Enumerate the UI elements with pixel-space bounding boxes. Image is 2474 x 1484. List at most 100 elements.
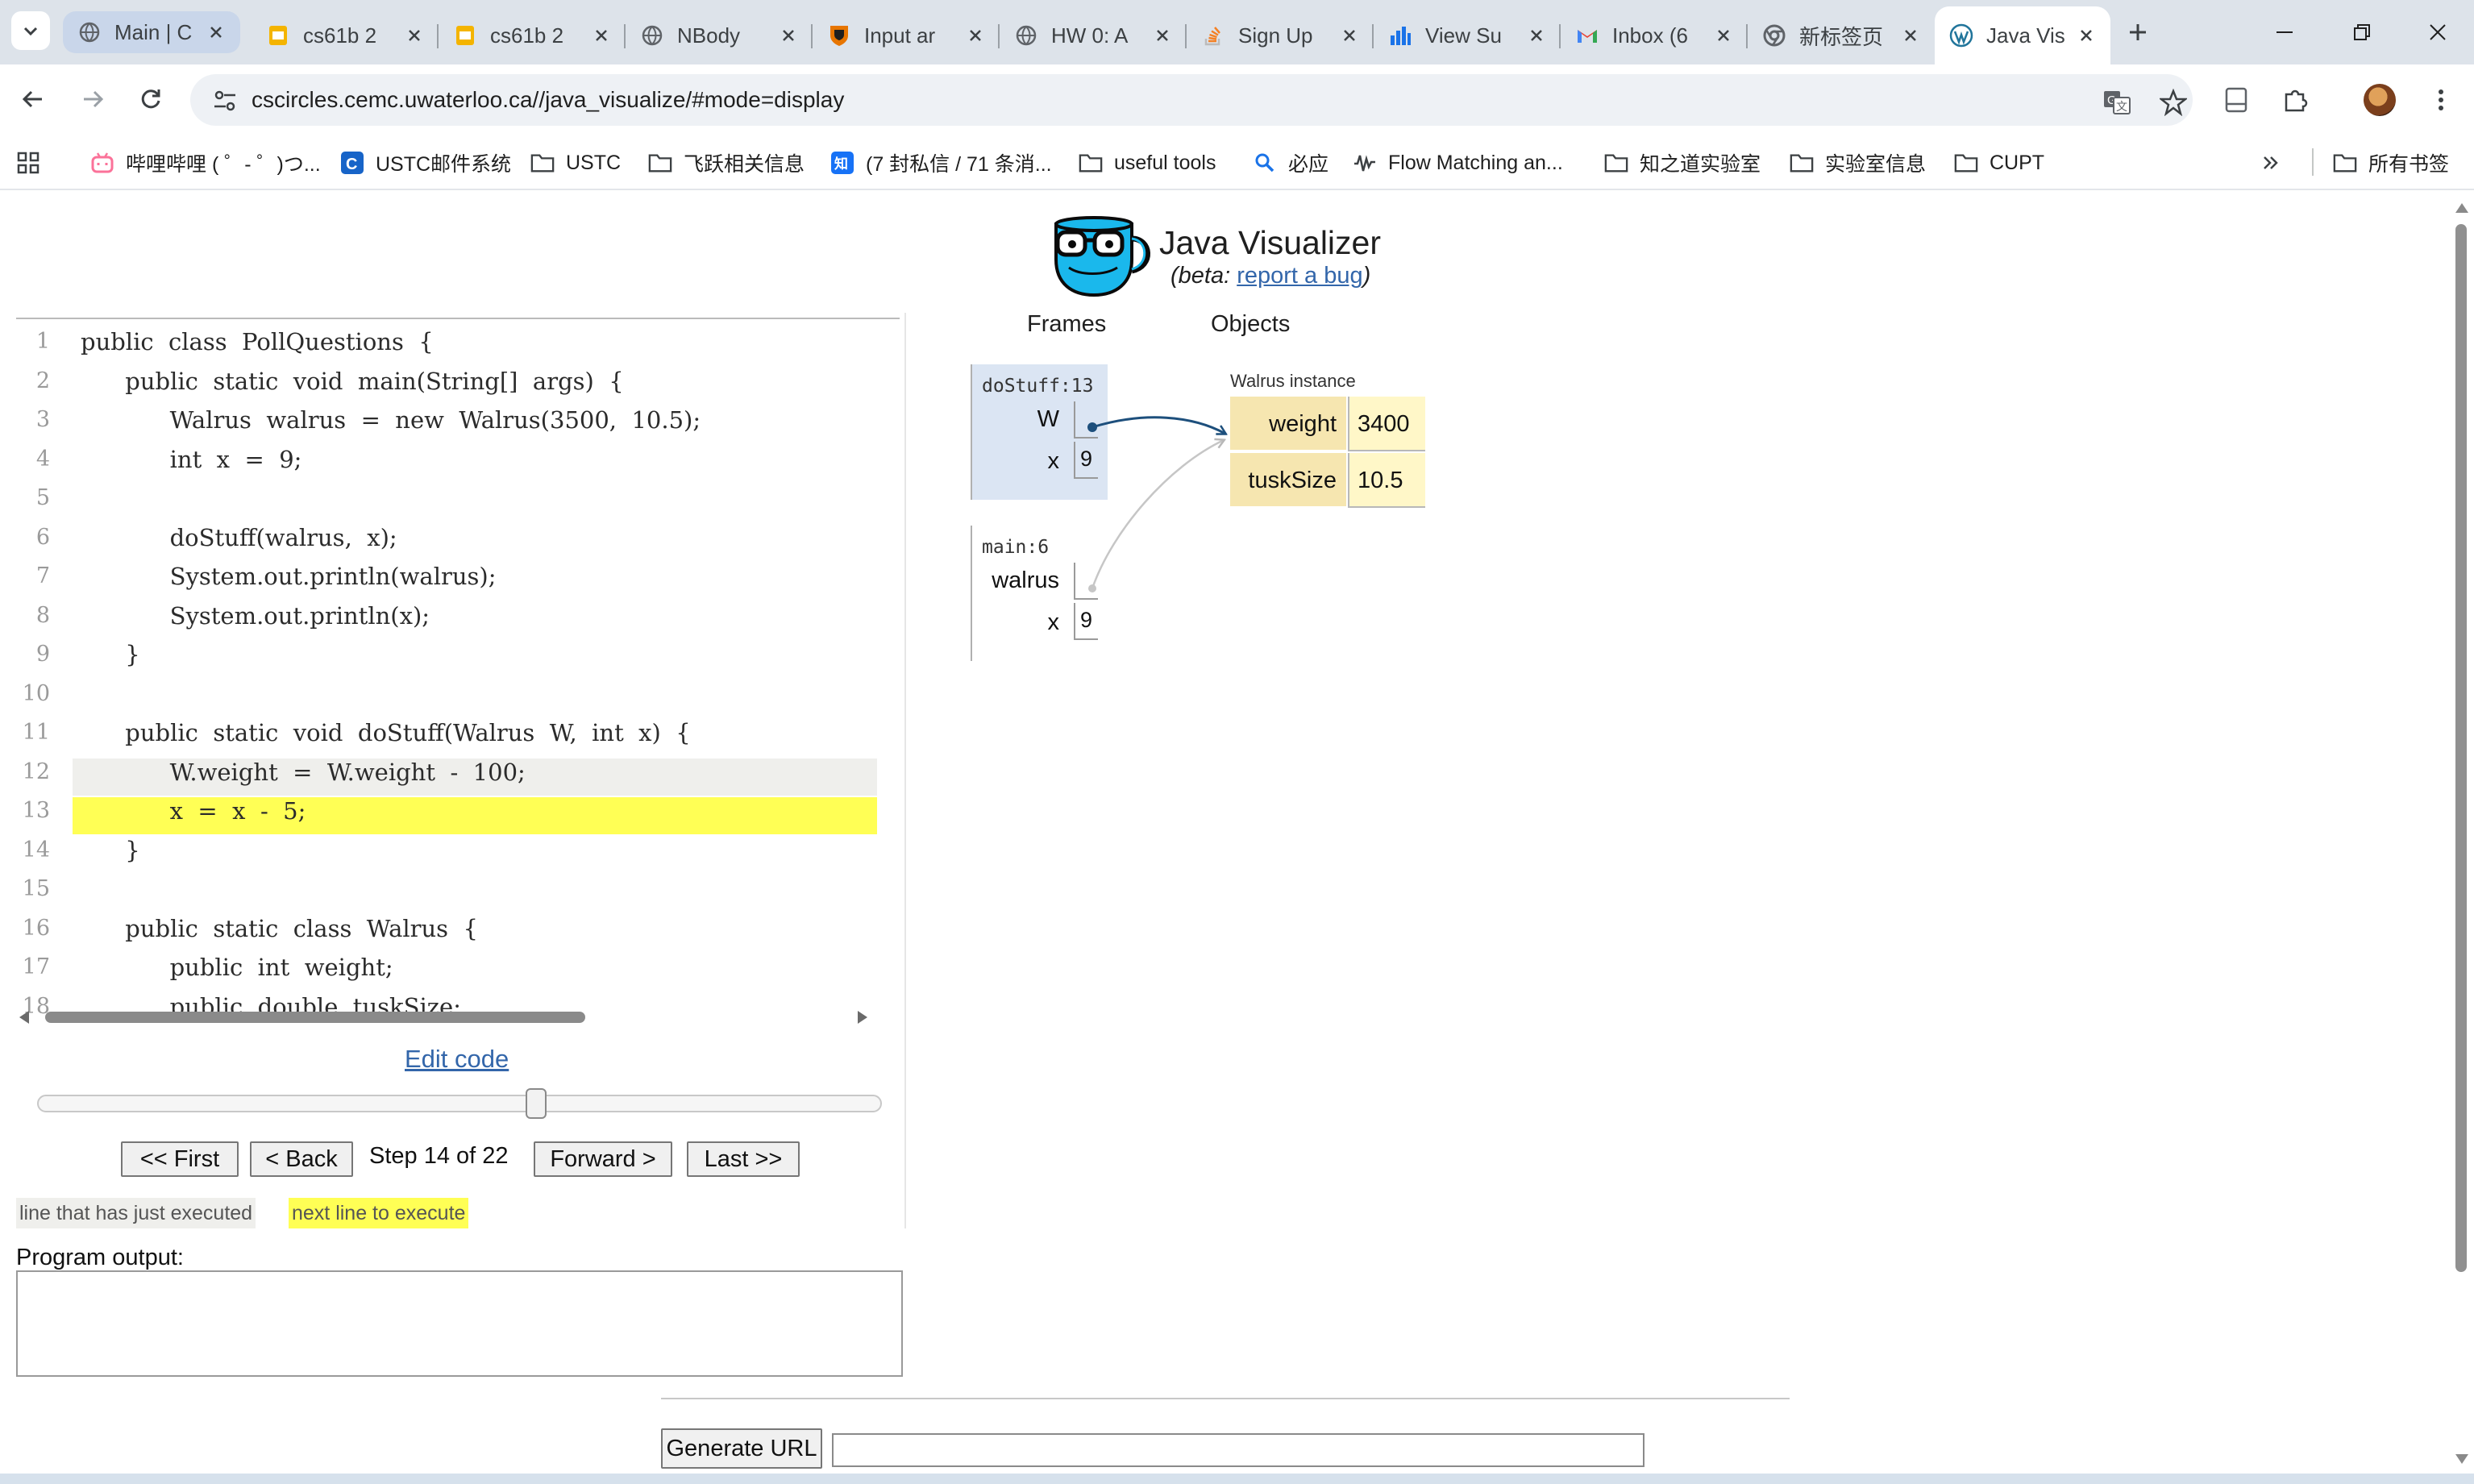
close-icon[interactable] <box>966 26 985 45</box>
slider-handle[interactable] <box>526 1088 547 1119</box>
scroll-up-arrow[interactable] <box>2455 203 2468 213</box>
scroll-down-arrow[interactable] <box>2455 1454 2468 1464</box>
bookmark-folder-cupt[interactable]: CUPT <box>1954 148 2044 177</box>
url-text[interactable]: cscircles.cemc.uwaterloo.ca//java_visual… <box>252 87 844 113</box>
scroll-right-arrow[interactable] <box>858 1011 867 1024</box>
forward-nav-button[interactable] <box>76 82 110 116</box>
tab-view-submission[interactable]: View Su <box>1374 6 1561 64</box>
page-vertical-scrollbar[interactable] <box>2451 192 2474 1474</box>
pointer-dot-w <box>1087 422 1097 432</box>
bookmark-flow-matching[interactable]: Flow Matching an... <box>1353 148 1563 177</box>
close-icon[interactable] <box>405 26 424 45</box>
slides-icon <box>453 23 477 48</box>
site-info-icon[interactable] <box>211 87 239 114</box>
edit-code-link[interactable]: Edit code <box>405 1045 509 1074</box>
bookmark-ustc-mail[interactable]: C USTC邮件系统 <box>340 148 511 177</box>
tab-title: Sign Up <box>1238 23 1313 48</box>
scrollbar-thumb[interactable] <box>45 1012 585 1023</box>
address-bar[interactable]: cscircles.cemc.uwaterloo.ca//java_visual… <box>190 74 2193 126</box>
pointer-arrow-walrus <box>1091 440 1224 589</box>
tab-cs61b-2[interactable]: cs61b 2 <box>439 6 626 64</box>
new-tab-button[interactable] <box>2122 16 2154 48</box>
bookmark-label: USTC邮件系统 <box>376 153 512 176</box>
bookmark-star-button[interactable] <box>2157 86 2189 118</box>
tab-title: HW 0: A <box>1051 23 1129 48</box>
tab-hw0[interactable]: HW 0: A <box>1000 6 1187 64</box>
translate-button[interactable]: G文 <box>2101 86 2133 118</box>
globe-icon <box>1014 23 1038 48</box>
line-number: 12 <box>22 759 50 784</box>
tab-main[interactable]: Main | C <box>63 11 240 53</box>
last-button[interactable]: Last >> <box>687 1141 800 1177</box>
code-text-content: x = x - 5; <box>81 797 306 825</box>
forward-button[interactable]: Forward > <box>534 1141 672 1177</box>
program-output-box[interactable] <box>16 1270 903 1377</box>
scroll-left-arrow[interactable] <box>19 1011 29 1024</box>
reading-mode-button[interactable] <box>2218 82 2254 118</box>
apps-button[interactable] <box>16 148 40 177</box>
tab-search-button[interactable] <box>11 11 50 50</box>
bookmark-folder-useful-tools[interactable]: useful tools <box>1079 148 1216 177</box>
close-icon[interactable] <box>206 23 226 42</box>
minimize-button[interactable] <box>2268 16 2301 48</box>
tab-new-tab-page[interactable]: 新标签页 <box>1748 6 1935 64</box>
bookmarks-divider <box>2312 148 2314 176</box>
profile-avatar[interactable] <box>2364 84 2396 116</box>
tab-java-visualizer[interactable]: Java Vis <box>1935 6 2110 64</box>
bookmark-folder-lab[interactable]: 知之道实验室 <box>1604 148 1761 177</box>
reload-button[interactable] <box>134 82 168 116</box>
legend-prev-line: line that has just executed <box>16 1198 256 1228</box>
minimize-icon <box>2276 31 2293 33</box>
code-text: public int weight; <box>73 954 877 991</box>
bookmark-folder-lab-info[interactable]: 实验室信息 <box>1790 148 1926 177</box>
close-icon[interactable] <box>1527 26 1546 45</box>
close-icon[interactable] <box>1901 26 1920 45</box>
all-bookmarks-button[interactable]: 所有书签 <box>2333 148 2449 177</box>
code-text: W.weight = W.weight - 100; <box>73 758 877 796</box>
legend-next-line: next line to execute <box>289 1198 469 1228</box>
step-slider[interactable] <box>37 1088 882 1119</box>
folder-icon <box>530 151 555 175</box>
generated-url-field[interactable] <box>832 1433 1644 1467</box>
bilibili-icon <box>90 151 114 175</box>
restore-button[interactable] <box>2346 16 2378 48</box>
program-output-label: Program output: <box>16 1245 184 1270</box>
first-button[interactable]: << First <box>121 1141 239 1177</box>
code-horizontal-scrollbar[interactable] <box>16 1008 874 1027</box>
tab-nbody[interactable]: NBody <box>626 6 813 64</box>
bookmark-bilibili[interactable]: 哔哩哔哩 ( ゜- ゜)つ... <box>90 148 321 177</box>
close-icon[interactable] <box>1153 26 1172 45</box>
close-icon[interactable] <box>1714 26 1733 45</box>
close-icon[interactable] <box>1340 26 1359 45</box>
stackoverflow-icon <box>1201 23 1225 48</box>
close-icon[interactable] <box>779 26 798 45</box>
browser-toolbar: cscircles.cemc.uwaterloo.ca//java_visual… <box>0 64 2474 134</box>
tab-inbox[interactable]: Inbox (6 <box>1561 6 1748 64</box>
bookmark-folder-ustc[interactable]: USTC <box>530 148 621 177</box>
bookmarks-bar: 哔哩哔哩 ( ゜- ゜)つ... C USTC邮件系统 USTC 飞跃相关信息 … <box>0 134 2474 190</box>
bookmark-label: USTC <box>566 151 622 174</box>
bookmark-zhihu[interactable]: 知 (7 封私信 / 71 条消... <box>830 148 1052 177</box>
back-button[interactable]: < Back <box>250 1141 353 1177</box>
tab-signup[interactable]: Sign Up <box>1187 6 1374 64</box>
more-bookmarks-button[interactable] <box>2260 148 2281 177</box>
extensions-button[interactable] <box>2278 82 2314 118</box>
close-icon[interactable] <box>592 26 611 45</box>
code-text-content: W.weight = W.weight - 100; <box>81 758 526 786</box>
close-window-button[interactable] <box>2422 16 2454 48</box>
puzzle-icon <box>2285 89 2308 112</box>
bar-chart-icon <box>1388 23 1412 48</box>
generate-url-button[interactable]: Generate URL <box>661 1428 822 1469</box>
close-icon[interactable] <box>2077 26 2096 45</box>
code-text: public static class Walrus { <box>73 915 877 952</box>
document-icon <box>2225 87 2247 113</box>
bookmark-folder-feiyue[interactable]: 飞跃相关信息 <box>648 148 805 177</box>
bookmark-label: 所有书签 <box>2368 153 2450 176</box>
tab-input[interactable]: Input ar <box>813 6 1000 64</box>
folder-icon <box>1954 151 1978 175</box>
tab-cs61b-1[interactable]: cs61b 2 <box>252 6 439 64</box>
back-nav-button[interactable] <box>16 82 50 116</box>
bookmark-bing[interactable]: 必应 <box>1253 148 1328 177</box>
menu-button[interactable] <box>2423 82 2459 118</box>
scrollbar-thumb[interactable] <box>2455 224 2467 1272</box>
